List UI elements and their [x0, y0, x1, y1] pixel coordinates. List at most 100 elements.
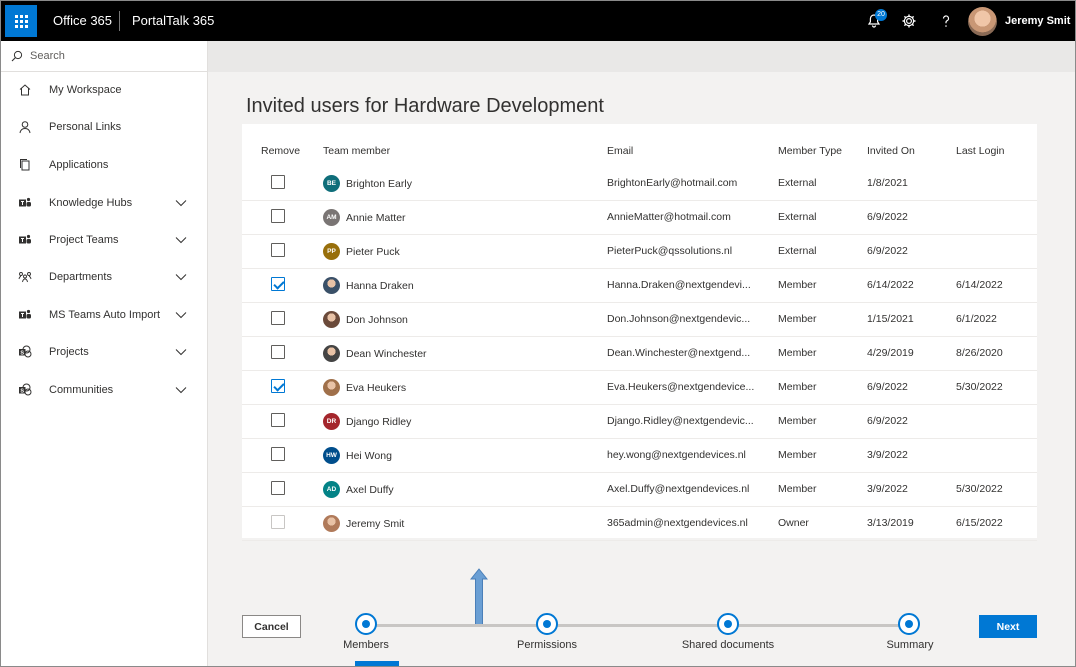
office365-link[interactable]: Office 365	[53, 1, 112, 41]
sidebar-item-projects[interactable]: S Projects	[1, 333, 207, 370]
member-type: Member	[778, 279, 817, 291]
svg-text:S: S	[20, 350, 24, 356]
search-placeholder[interactable]: Search	[30, 50, 65, 62]
sidebar-item-ms-teams-auto-import[interactable]: MS Teams Auto Import	[1, 296, 207, 333]
question-icon	[942, 15, 950, 27]
last-login: 6/15/2022	[956, 517, 1003, 529]
remove-checkbox[interactable]	[271, 345, 285, 359]
teams-icon	[17, 232, 33, 248]
invited-on: 6/9/2022	[867, 415, 908, 427]
table-row: Jeremy Smit 365admin@nextgendevices.nl Own…	[242, 506, 1037, 541]
next-button[interactable]: Next	[979, 615, 1037, 638]
user-avatar[interactable]	[968, 7, 997, 36]
column-header-member-type[interactable]: Member Type	[778, 145, 842, 157]
sidebar-item-label: Communities	[49, 383, 114, 396]
member-name: Django Ridley	[346, 416, 412, 428]
sidebar-item-project-teams[interactable]: Project Teams	[1, 221, 207, 258]
last-login: 6/14/2022	[956, 279, 1003, 291]
invited-on: 6/9/2022	[867, 211, 908, 223]
column-header-last-login[interactable]: Last Login	[956, 145, 1004, 157]
avatar	[323, 277, 340, 294]
person-icon	[17, 119, 33, 135]
remove-checkbox[interactable]	[271, 175, 285, 189]
last-login: 5/30/2022	[956, 381, 1003, 393]
copy-icon	[17, 157, 33, 173]
avatar	[323, 515, 340, 532]
invited-on: 3/9/2022	[867, 483, 908, 495]
chevron-down-icon[interactable]	[174, 270, 188, 284]
arrow-up-icon	[470, 568, 488, 627]
member-name: Annie Matter	[346, 212, 406, 224]
remove-checkbox[interactable]	[271, 481, 285, 495]
remove-checkbox[interactable]	[271, 447, 285, 461]
avatar: PP	[323, 243, 340, 260]
sidebar-item-communities[interactable]: S Communities	[1, 371, 207, 408]
last-login: 5/30/2022	[956, 483, 1003, 495]
help-button[interactable]	[928, 1, 964, 41]
app-launcher-icon[interactable]	[5, 5, 37, 37]
member-email: Axel.Duffy@nextgendevices.nl	[607, 483, 750, 495]
sidebar-item-label: Project Teams	[49, 233, 119, 246]
member-type: External	[778, 245, 817, 257]
invited-on: 4/29/2019	[867, 347, 914, 359]
column-header-invited-on[interactable]: Invited On	[867, 145, 915, 157]
top-bar: Office 365 PortalTalk 365 20 Jeremy Smit	[1, 1, 1075, 41]
remove-checkbox[interactable]	[271, 413, 285, 427]
invited-on: 3/13/2019	[867, 517, 914, 529]
member-email: hey.wong@nextgendevices.nl	[607, 449, 746, 461]
invited-on: 1/8/2021	[867, 177, 908, 189]
chevron-down-icon[interactable]	[174, 233, 188, 247]
step-label-members: Members	[343, 639, 389, 651]
table-row: AD Axel Duffy Axel.Duffy@nextgendevices.nl…	[242, 472, 1037, 507]
remove-checkbox[interactable]	[271, 243, 285, 257]
remove-checkbox[interactable]	[271, 209, 285, 223]
remove-checkbox[interactable]	[271, 379, 285, 393]
invited-on: 6/9/2022	[867, 245, 908, 257]
remove-checkbox[interactable]	[271, 277, 285, 291]
step-members-indicator[interactable]	[355, 613, 377, 635]
sidebar-item-departments[interactable]: Departments	[1, 258, 207, 295]
chevron-down-icon[interactable]	[174, 308, 188, 322]
table-row: HW Hei Wong hey.wong@nextgendevices.nl Memb…	[242, 438, 1037, 473]
user-name[interactable]: Jeremy Smit	[1005, 1, 1070, 41]
column-header-remove[interactable]: Remove	[261, 145, 300, 157]
search-box[interactable]: Search	[1, 41, 207, 72]
chevron-down-icon[interactable]	[174, 196, 188, 210]
step-permissions-indicator[interactable]	[536, 613, 558, 635]
member-name: Hei Wong	[346, 450, 392, 462]
member-email: Don.Johnson@nextgendevic...	[607, 313, 751, 325]
sidebar: Search My Workspace Personal Links Appli…	[1, 41, 208, 666]
portaltalk-link[interactable]: PortalTalk 365	[132, 1, 214, 41]
step-shared-documents-indicator[interactable]	[717, 613, 739, 635]
chevron-down-icon[interactable]	[174, 345, 188, 359]
step-label-shared-documents: Shared documents	[681, 639, 775, 651]
sidebar-item-label: Departments	[49, 270, 112, 283]
sidebar-item-label: Knowledge Hubs	[49, 196, 133, 209]
member-email: Eva.Heukers@nextgendevice...	[607, 381, 755, 393]
sidebar-item-personal-links[interactable]: Personal Links	[1, 108, 207, 145]
column-header-email[interactable]: Email	[607, 145, 633, 157]
step-summary-indicator[interactable]	[898, 613, 920, 635]
sidebar-item-label: My Workspace	[49, 83, 122, 96]
settings-button[interactable]	[891, 1, 927, 41]
column-header-member[interactable]: Team member	[323, 145, 390, 157]
avatar: DR	[323, 413, 340, 430]
sidebar-item-my-workspace[interactable]: My Workspace	[1, 71, 207, 108]
chevron-down-icon[interactable]	[174, 383, 188, 397]
page-title: Invited users for Hardware Development	[246, 95, 604, 117]
sidebar-item-applications[interactable]: Applications	[1, 146, 207, 183]
sharepoint-icon: S	[17, 344, 33, 360]
remove-checkbox[interactable]	[271, 515, 285, 529]
notification-count-badge: 20	[875, 9, 887, 21]
sidebar-item-label: Projects	[49, 345, 89, 358]
notifications-button[interactable]: 20	[856, 1, 892, 41]
remove-checkbox[interactable]	[271, 311, 285, 325]
cancel-button[interactable]: Cancel	[242, 615, 301, 638]
sidebar-item-knowledge-hubs[interactable]: Knowledge Hubs	[1, 184, 207, 221]
step-label-permissions: Permissions	[517, 639, 577, 651]
invited-on: 3/9/2022	[867, 449, 908, 461]
teams-icon	[17, 195, 33, 211]
member-name: Pieter Puck	[346, 246, 400, 258]
member-email: Django.Ridley@nextgendevic...	[607, 415, 754, 427]
member-email: AnnieMatter@hotmail.com	[607, 211, 731, 223]
